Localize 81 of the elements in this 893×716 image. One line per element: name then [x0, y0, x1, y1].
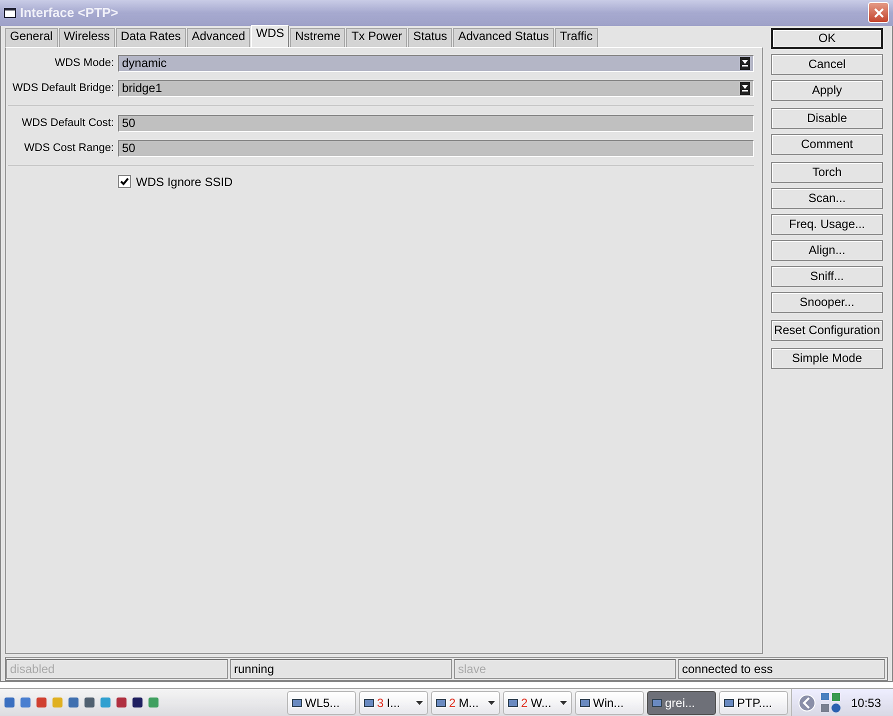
dialog-button[interactable]: Freq. Usage... [771, 214, 883, 235]
window-title: Interface <PTP> [20, 5, 120, 20]
window-count: 3 [377, 696, 384, 710]
field-label: WDS Mode: [54, 57, 114, 70]
taskbar-label: PTP.... [737, 696, 772, 710]
tab[interactable]: Nstreme [290, 28, 346, 47]
tab[interactable]: Data Rates [116, 28, 186, 47]
taskbar-button[interactable]: 3 I... [359, 690, 428, 715]
status-cell: disabled [6, 659, 228, 680]
system-tray-icon [820, 692, 842, 714]
taskbar-label: grei... [665, 696, 696, 710]
tab[interactable]: Traffic [554, 28, 598, 47]
tab[interactable]: Advanced Status [453, 28, 554, 47]
window-icon [508, 698, 518, 708]
status-cell: running [230, 659, 452, 680]
status-cell: connected to ess [678, 659, 885, 680]
close-icon [874, 8, 884, 18]
program-icon [68, 697, 79, 708]
tab[interactable]: WDS [251, 24, 290, 47]
tab[interactable]: General [5, 28, 58, 47]
dialog-button[interactable]: Snooper... [771, 292, 883, 313]
field-label: WDS Default Cost: [20, 117, 114, 130]
taskbar-label: WL5... [305, 696, 340, 710]
program-icon [116, 697, 127, 708]
taskbar-label: W... [530, 696, 552, 710]
dropdown-field[interactable]: bridge1 [118, 80, 754, 97]
dialog-button[interactable]: Simple Mode [771, 348, 883, 369]
program-icon [84, 697, 95, 708]
program-icon [52, 697, 63, 708]
tab[interactable]: Status [408, 28, 452, 47]
window-count: 2 [521, 696, 528, 710]
taskbar-button[interactable]: PTP.... [719, 690, 788, 715]
window-icon [436, 698, 446, 708]
dialog-button[interactable]: Torch [771, 162, 883, 183]
dialog-button[interactable]: Reset Configuration [771, 320, 883, 341]
dialog-button[interactable]: Comment [771, 134, 883, 155]
window-count: 2 [449, 696, 456, 710]
dialog-button[interactable]: Disable [771, 108, 883, 129]
dialog-button[interactable]: Scan... [771, 188, 883, 209]
window-icon [652, 698, 662, 708]
clock: 10:53 [850, 696, 881, 710]
taskbar-button[interactable]: WL5... [287, 690, 356, 715]
program-icon [132, 697, 143, 708]
dialog-button[interactable]: Cancel [771, 54, 883, 75]
tab[interactable]: Tx Power [346, 28, 408, 47]
program-icon [4, 697, 15, 708]
dialog-button[interactable]: Align... [771, 240, 883, 261]
checkbox-label: WDS Ignore SSID [136, 174, 233, 189]
checkbox[interactable] [118, 175, 131, 188]
taskbar-button[interactable]: 2 W... [503, 690, 572, 715]
field-label: WDS Cost Range: [23, 142, 114, 154]
window-icon [724, 698, 734, 708]
close-button[interactable] [868, 2, 889, 24]
taskbar-button[interactable]: Win... [575, 690, 644, 715]
program-icon [148, 697, 159, 708]
taskbar-button[interactable]: grei... [647, 690, 716, 715]
taskbar-button[interactable]: 2 M... [431, 690, 500, 715]
status-cell: slave [454, 659, 676, 680]
program-icon [100, 697, 111, 708]
window-icon [292, 698, 302, 708]
dialog-button[interactable]: Sniff... [771, 266, 883, 287]
program-icon [36, 697, 47, 708]
window-icon [364, 698, 374, 708]
chevron-left-icon [798, 694, 816, 712]
dropdown-arrow-icon [488, 700, 495, 705]
input-field[interactable]: 50 [118, 114, 754, 132]
window-icon [580, 698, 590, 708]
tab[interactable]: Advanced [186, 28, 250, 47]
dialog-button[interactable]: OK [771, 28, 883, 49]
dropdown-arrow-icon [416, 700, 423, 705]
dropdown-field[interactable]: dynamic [118, 54, 754, 72]
taskbar-label: I... [386, 696, 400, 710]
dropdown-arrow-icon [560, 700, 567, 705]
tab[interactable]: Wireless [58, 28, 115, 47]
window-icon [4, 8, 16, 18]
field-label: WDS Default Bridge: [12, 82, 114, 94]
taskbar-label: Win... [593, 696, 624, 710]
program-icon [20, 697, 31, 708]
dialog-button[interactable]: Apply [771, 80, 883, 101]
taskbar-label: M... [458, 696, 479, 710]
input-field[interactable]: 50 [118, 140, 754, 157]
